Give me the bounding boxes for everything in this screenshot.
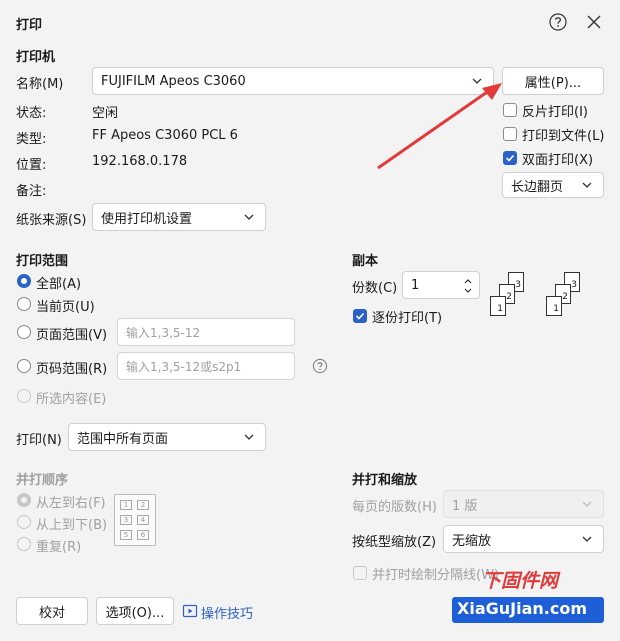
range-selection-radio[interactable]	[17, 389, 31, 403]
order-ltr-label: 从左到右(F)	[36, 496, 106, 511]
help-icon[interactable]	[312, 358, 328, 374]
order-cell: 3	[120, 515, 132, 525]
reverse-print-label: 反片打印(I)	[522, 105, 588, 120]
order-section-title: 并打顺序	[16, 473, 69, 488]
properties-button[interactable]: 属性(P)...	[502, 67, 604, 95]
scale-to-paper-value: 无缩放	[452, 533, 492, 549]
location-value: 192.168.0.178	[92, 154, 188, 169]
range-current-label: 当前页(U)	[36, 300, 95, 315]
tips-icon[interactable]	[182, 603, 198, 619]
scale-section-title: 并打和缩放	[352, 473, 418, 488]
options-button[interactable]: 选项(O)...	[96, 597, 174, 625]
range-all-label: 全部(A)	[36, 277, 82, 292]
range-pages-radio[interactable]	[17, 325, 31, 339]
paper-source-select[interactable]: 使用打印机设置	[92, 203, 266, 231]
properties-button-label: 属性(P)...	[524, 75, 582, 91]
range-all-radio[interactable]	[17, 274, 31, 288]
proof-button-label: 校对	[38, 605, 65, 621]
paper-source-label: 纸张来源(S)	[16, 213, 87, 228]
print-what-select[interactable]: 范围中所有页面	[68, 423, 266, 451]
range-page-numbers-label: 页码范围(R)	[36, 362, 108, 377]
stack-page-label: 2	[562, 292, 568, 302]
stack-page-label: 3	[515, 280, 521, 290]
draw-borders-checkbox[interactable]	[353, 566, 367, 580]
page-number-range-input[interactable]: 输入1,3,5-12或s2p1	[117, 352, 295, 380]
order-ttb-label: 从上到下(B)	[36, 518, 108, 533]
print-to-file-label: 打印到文件(L)	[522, 129, 605, 144]
chevron-down-icon	[582, 501, 592, 507]
order-repeat-label: 重复(R)	[36, 540, 82, 555]
comment-label: 备注:	[16, 184, 47, 199]
order-cell: 1	[120, 500, 132, 510]
duplex-label: 双面打印(X)	[522, 153, 594, 168]
page-range-input[interactable]: 输入1,3,5-12	[117, 318, 295, 346]
printer-name-label: 名称(M)	[16, 77, 64, 92]
window-title: 打印	[16, 18, 43, 33]
chevron-down-icon	[582, 536, 592, 542]
range-selection-label: 所选内容(E)	[36, 392, 107, 407]
collate-stack-icon: 3 2 1	[546, 272, 586, 322]
copies-count-spinner[interactable]: 1	[402, 271, 480, 299]
pages-per-sheet-select[interactable]: 1 版	[443, 490, 604, 518]
order-ttb-radio[interactable]	[17, 515, 31, 529]
range-page-numbers-radio[interactable]	[17, 359, 31, 373]
collate-label: 逐份打印(T)	[372, 311, 443, 326]
status-value: 空闲	[92, 106, 119, 121]
order-ltr-radio[interactable]	[17, 493, 31, 507]
status-label: 状态:	[16, 106, 47, 121]
printer-section-title: 打印机	[16, 50, 56, 65]
tips-link[interactable]: 操作技巧	[201, 603, 253, 622]
paper-source-value: 使用打印机设置	[101, 211, 193, 227]
range-current-radio[interactable]	[17, 297, 31, 311]
chevron-down-icon	[244, 434, 254, 440]
draw-borders-label: 并打时绘制分隔线(W)	[372, 568, 499, 583]
order-repeat-radio[interactable]	[17, 537, 31, 551]
type-value: FF Apeos C3060 PCL 6	[92, 128, 238, 143]
copies-count-value: 1	[411, 277, 420, 293]
red-arrow-annotation	[377, 83, 502, 170]
flip-select[interactable]: 长边翻页	[502, 172, 604, 198]
order-cell: 4	[137, 515, 149, 525]
pages-per-sheet-value: 1 版	[452, 498, 478, 514]
stack-page-label: 1	[553, 304, 559, 314]
copies-section-title: 副本	[352, 254, 379, 269]
stack-page-label: 1	[497, 304, 503, 314]
type-label: 类型:	[16, 132, 47, 147]
copies-count-label: 份数(C)	[352, 281, 398, 296]
order-preview: 1 2 3 4 5 6	[114, 494, 156, 546]
print-what-label: 打印(N)	[16, 433, 62, 448]
scale-to-paper-select[interactable]: 无缩放	[443, 525, 604, 553]
print-what-value: 范围中所有页面	[77, 431, 169, 447]
pages-per-sheet-label: 每页的版数(H)	[352, 500, 437, 515]
scale-to-paper-label: 按纸型缩放(Z)	[352, 535, 437, 550]
options-button-label: 选项(O)...	[105, 605, 165, 621]
location-label: 位置:	[16, 158, 47, 173]
stack-page-label: 2	[506, 292, 512, 302]
order-cell: 2	[137, 500, 149, 510]
flip-value: 长边翻页	[511, 179, 564, 195]
collate-checkbox[interactable]	[353, 309, 367, 323]
help-icon[interactable]	[548, 12, 568, 32]
checkmark-icon	[355, 312, 365, 320]
proof-button[interactable]: 校对	[16, 597, 88, 625]
chevron-down-icon	[582, 182, 592, 188]
stack-page-label: 3	[571, 280, 577, 290]
order-cell: 6	[137, 530, 149, 540]
chevron-down-icon	[244, 214, 254, 220]
watermark-line2: XiaGuJian.com	[457, 599, 587, 618]
close-icon[interactable]	[586, 14, 602, 30]
collate-stack-icon: 3 2 1	[490, 272, 530, 322]
watermark-line1: 下固件网	[482, 570, 559, 592]
printer-name-value: FUJIFILM Apeos C3060	[101, 73, 246, 89]
range-section-title: 打印范围	[16, 254, 69, 269]
spinner-arrows-icon[interactable]	[463, 276, 473, 296]
range-pages-label: 页面范围(V)	[36, 328, 108, 343]
order-cell: 5	[120, 530, 132, 540]
